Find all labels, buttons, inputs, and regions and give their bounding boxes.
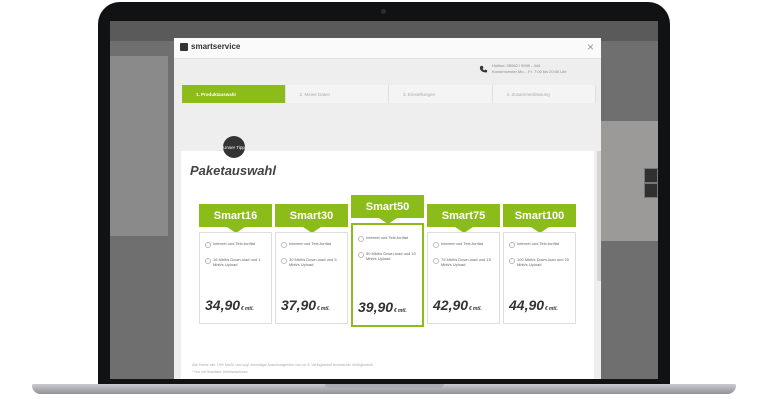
close-button[interactable]: × xyxy=(587,40,594,54)
contact-info: Hotline: 05062 / 9999 - 444 Kundencenter… xyxy=(479,63,567,75)
package-details: Internet und Tele-fonflat 100 Mbit/s Dow… xyxy=(503,232,576,324)
footnote: Alle Preise inkl. 19% MwSt. und zzgl. ei… xyxy=(192,363,374,367)
package-card-smart50[interactable]: Smart50 Internet und Tele-fonflat 50 Mbi… xyxy=(351,195,424,327)
background-panel xyxy=(110,56,168,236)
modal-header: smartservice × xyxy=(174,38,601,59)
package-name: Smart30 xyxy=(275,204,348,227)
package-price: 34,90 € mtl. xyxy=(205,297,254,313)
check-icon xyxy=(433,242,439,248)
check-icon xyxy=(358,236,364,242)
check-icon xyxy=(281,242,287,248)
check-icon xyxy=(358,252,364,258)
check-icon xyxy=(205,258,211,264)
step-settings[interactable]: 3. Einstellungen xyxy=(389,85,493,103)
screen: smartservice × Hotline: 05062 / 9999 - 4… xyxy=(110,21,658,379)
feature-text: 30 Mbit/s Down-load und 5 Mbit/s Upload xyxy=(289,257,337,267)
package-price: 42,90 € mtl. xyxy=(433,297,482,313)
package-name: Smart16 xyxy=(199,204,272,227)
package-name: Smart50 xyxy=(351,195,424,218)
phone-icon xyxy=(479,65,488,72)
check-icon xyxy=(433,258,439,264)
recommendation-badge: Unser Tipp xyxy=(223,136,245,158)
mail-icon[interactable] xyxy=(644,168,658,183)
phone-side-icon[interactable] xyxy=(644,183,658,198)
check-icon xyxy=(509,258,515,264)
package-card-smart30[interactable]: Smart30 Internet und Tele-fonflat 30 Mbi… xyxy=(275,204,348,324)
step-navigation: 1. Produktauswahl 2. Meine Daten 3. Eins… xyxy=(182,85,596,103)
feature-text: Internet und Tele-fonflat xyxy=(213,241,255,246)
page-title: Paketauswahl xyxy=(190,163,276,178)
step-summary[interactable]: 4. Zusammenfassung xyxy=(492,85,596,103)
package-price: 44,90 € mtl. xyxy=(509,297,558,313)
scrollbar[interactable] xyxy=(597,151,601,281)
package-details: Internet und Tele-fonflat 50 Mbit/s Down… xyxy=(351,223,424,327)
package-price: 39,90 € mtl. xyxy=(358,299,407,315)
package-card-smart75[interactable]: Smart75 Internet und Tele-fonflat 75 Mbi… xyxy=(427,204,500,324)
package-details: Internet und Tele-fonflat 16 Mbit/s Down… xyxy=(199,232,272,324)
footnote: * Nur mit Glasfaser-Direktanschluss. xyxy=(192,370,249,374)
logo: smartservice xyxy=(180,42,240,51)
step-product-selection[interactable]: 1. Produktauswahl xyxy=(182,85,286,103)
step-my-data[interactable]: 2. Meine Daten xyxy=(285,85,389,103)
package-details: Internet und Tele-fonflat 30 Mbit/s Down… xyxy=(275,232,348,324)
feature-text: 75 Mbit/s Down-load und 15 Mbit/s Upload xyxy=(441,257,491,267)
content-panel: Paketauswahl Smart16 Internet und Tele-f… xyxy=(181,151,594,379)
package-card-smart16[interactable]: Smart16 Internet und Tele-fonflat 16 Mbi… xyxy=(199,204,272,324)
check-icon xyxy=(205,242,211,248)
check-icon xyxy=(281,258,287,264)
package-modal: smartservice × Hotline: 05062 / 9999 - 4… xyxy=(174,38,601,379)
feature-text: Internet und Tele-fonflat xyxy=(366,235,408,240)
package-card-smart100[interactable]: Smart100 Internet und Tele-fonflat 100 M… xyxy=(503,204,576,324)
package-name: Smart75 xyxy=(427,204,500,227)
hours-text: Kundencenter Mo. - Fr. 7:00 bis 20:00 Uh… xyxy=(492,69,567,74)
package-name: Smart100 xyxy=(503,204,576,227)
feature-text: 100 Mbit/s Down-load und 20 Mbit/s Uploa… xyxy=(517,257,570,267)
check-icon xyxy=(509,242,515,248)
feature-text: Internet und Tele-fonflat xyxy=(441,241,483,246)
package-details: Internet und Tele-fonflat 75 Mbit/s Down… xyxy=(427,232,500,324)
logo-icon xyxy=(180,42,188,51)
package-price: 37,90 € mtl. xyxy=(281,297,330,313)
feature-text: Internet und Tele-fonflat xyxy=(289,241,331,246)
camera-icon xyxy=(381,9,386,14)
feature-text: 50 Mbit/s Down-load und 10 Mbit/s Upload xyxy=(366,251,416,261)
laptop-notch xyxy=(325,384,444,388)
feature-text: 16 Mbit/s Down-load und 1 Mbit/s Upload xyxy=(213,257,261,267)
feature-text: Internet und Tele-fonflat xyxy=(517,241,559,246)
logo-text: smartservice xyxy=(191,42,241,51)
